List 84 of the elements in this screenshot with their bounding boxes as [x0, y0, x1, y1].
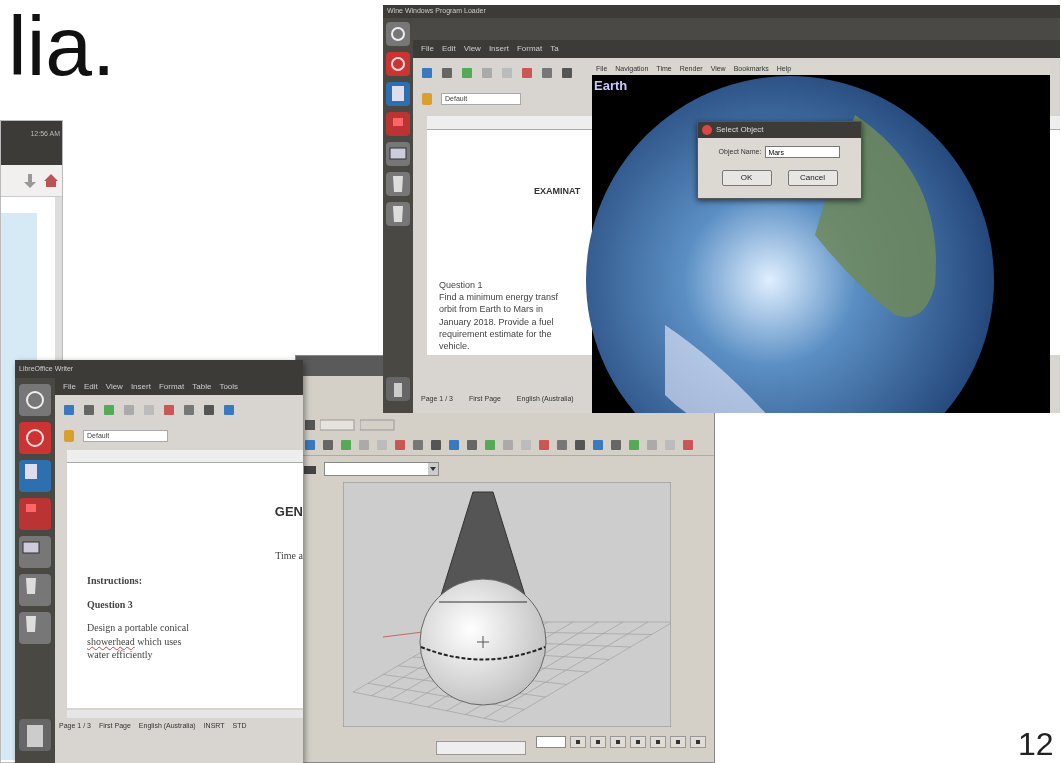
document-text: water efficiently: [87, 648, 154, 662]
document-icon[interactable]: [386, 82, 410, 106]
viewport-dropdown[interactable]: [324, 462, 439, 476]
tool-icon[interactable]: [466, 438, 478, 451]
power-icon[interactable]: [386, 52, 410, 76]
tool-icon[interactable]: [412, 438, 424, 451]
tool-icon[interactable]: [448, 438, 460, 451]
document-heading: GEN: [274, 503, 303, 521]
ok-button[interactable]: OK: [721, 170, 772, 186]
styles-icon[interactable]: [63, 429, 75, 443]
playback-icon[interactable]: [650, 736, 666, 748]
page-number: 12: [1018, 728, 1054, 760]
tool-icon[interactable]: [538, 438, 550, 451]
playback-icon[interactable]: [590, 736, 606, 748]
scrollbar[interactable]: [436, 741, 526, 755]
document-text: Find a minimum energy transf: [439, 291, 560, 304]
scrollbar[interactable]: [67, 710, 303, 718]
dialog-title: Select Object: [716, 124, 764, 136]
menu-item[interactable]: Format: [516, 43, 543, 55]
download-arrow-icon[interactable]: [24, 173, 36, 188]
power-icon[interactable]: [19, 422, 51, 454]
menu-item[interactable]: Edit: [441, 43, 456, 55]
tool-icon[interactable]: [610, 438, 622, 451]
tool-icon[interactable]: [223, 404, 235, 416]
tool-icon[interactable]: [183, 404, 195, 416]
tool-icon[interactable]: [541, 67, 553, 79]
frame-field[interactable]: [536, 736, 566, 748]
document-text: Instructions:: [87, 574, 143, 588]
menu-item[interactable]: View: [463, 43, 481, 55]
document-text: vehicle.: [439, 339, 471, 352]
trash-icon[interactable]: [19, 719, 51, 751]
menu-item[interactable]: Edit: [83, 380, 98, 393]
document-text: Question 1: [439, 279, 484, 292]
scrollbar[interactable]: [55, 197, 62, 360]
tool-icon[interactable]: [441, 67, 453, 79]
menu-item[interactable]: File: [421, 43, 434, 55]
playback-icon[interactable]: [610, 736, 626, 748]
document-text: Design a portable conical: [87, 621, 190, 635]
tool-icon[interactable]: [561, 67, 573, 79]
menu-item[interactable]: Tools: [219, 380, 239, 393]
menu-item[interactable]: Ta: [550, 43, 559, 55]
screen-icon[interactable]: [386, 142, 410, 166]
tool-icon[interactable]: [322, 438, 334, 451]
trash-icon[interactable]: [386, 377, 410, 401]
menu-item[interactable]: Format: [158, 380, 185, 393]
document-text: Time a: [275, 548, 303, 563]
document-text: Question 3: [87, 597, 134, 612]
tool-icon[interactable]: [682, 438, 694, 451]
menu-item[interactable]: Insert: [130, 380, 151, 393]
tool-icon[interactable]: [304, 438, 316, 451]
tool-icon[interactable]: [574, 438, 586, 451]
tool-icon[interactable]: [203, 404, 215, 416]
slide-title: lia.: [8, 0, 116, 93]
presentation-icon[interactable]: [386, 112, 410, 136]
styles-icon[interactable]: [421, 92, 433, 106]
home-icon[interactable]: [44, 174, 58, 187]
tool-icon[interactable]: [421, 67, 433, 79]
menu-item[interactable]: Insert: [488, 43, 509, 55]
tool-icon[interactable]: [63, 404, 75, 416]
document-text: requirement estimate for the: [439, 327, 553, 340]
close-icon[interactable]: [702, 125, 712, 135]
tool-icon[interactable]: [394, 438, 406, 451]
document-text: January 2018. Provide a fuel: [439, 315, 555, 328]
playback-icon[interactable]: [690, 736, 706, 748]
playback-icon[interactable]: [670, 736, 686, 748]
tool-icon[interactable]: [83, 404, 95, 416]
presentation-icon[interactable]: [19, 498, 51, 530]
cancel-button[interactable]: Cancel: [787, 170, 838, 186]
tool-icon[interactable]: [592, 438, 604, 451]
screen-icon[interactable]: [19, 536, 51, 568]
tool-icon[interactable]: [163, 404, 175, 416]
document-text: showerhead which uses: [87, 634, 183, 649]
tool-icon[interactable]: [430, 438, 442, 451]
playback-icon[interactable]: [630, 736, 646, 748]
object-name: Earth: [594, 77, 628, 95]
menu-item[interactable]: Table: [192, 380, 212, 393]
menu-item[interactable]: View: [105, 380, 123, 393]
tool-icon[interactable]: [556, 438, 568, 451]
document-heading: EXAMINAT: [534, 185, 582, 198]
document-icon[interactable]: [19, 460, 51, 492]
document-text: orbit from Earth to Mars in: [439, 303, 545, 316]
menu-item[interactable]: File: [63, 380, 76, 393]
tool-icon[interactable]: [521, 67, 533, 79]
playback-icon[interactable]: [570, 736, 586, 748]
